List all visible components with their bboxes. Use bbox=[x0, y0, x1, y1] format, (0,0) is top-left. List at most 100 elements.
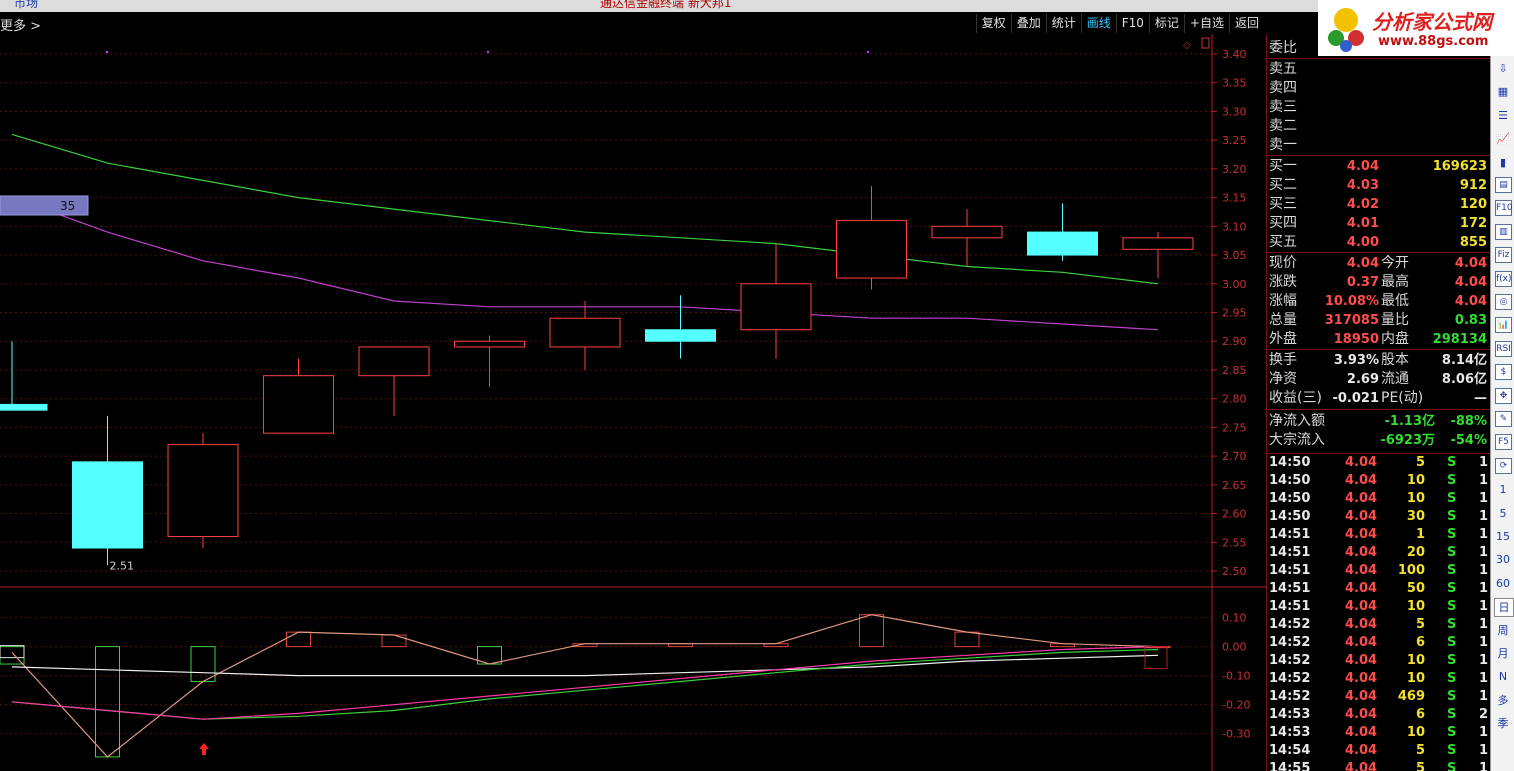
circle-icon[interactable]: ◎ bbox=[1495, 294, 1512, 310]
period-day-icon[interactable]: 日 bbox=[1494, 598, 1514, 618]
tick-side: S bbox=[1447, 617, 1457, 632]
toolbar-button[interactable]: 标记 bbox=[1148, 14, 1184, 33]
toolbar-button[interactable]: +自选 bbox=[1183, 14, 1229, 33]
candle-body bbox=[358, 346, 430, 377]
tick-time: 14:50 bbox=[1269, 473, 1311, 488]
price-tick-label: 2.90 bbox=[1222, 335, 1247, 348]
grid-icon[interactable]: ▦ bbox=[1494, 83, 1512, 100]
sell-level-row[interactable]: 卖三 bbox=[1267, 98, 1491, 117]
price-tick-label: 3.25 bbox=[1222, 134, 1247, 147]
toolbar-button[interactable]: 返回 bbox=[1228, 14, 1264, 33]
sell-level-row[interactable]: 卖五 bbox=[1267, 60, 1491, 79]
quote-row: 总量 317085 量比 0.83 bbox=[1267, 311, 1491, 330]
price-tick-label: 3.00 bbox=[1222, 278, 1247, 291]
trade-tick-row: 14:51 4.04 100 S 1 bbox=[1267, 562, 1491, 580]
table-icon[interactable]: ▥ bbox=[1495, 223, 1512, 240]
fx-icon[interactable]: f(x) bbox=[1495, 270, 1512, 287]
tick-time: 14:51 bbox=[1269, 599, 1311, 614]
sell-level-label: 卖五 bbox=[1269, 61, 1297, 77]
price-tick-label: 3.15 bbox=[1222, 192, 1247, 205]
buy-price: 4.04 bbox=[1346, 159, 1379, 174]
indicator-bar bbox=[95, 646, 120, 758]
chart-icon[interactable]: 📊 bbox=[1495, 317, 1512, 334]
fundamental-value: 8.06亿 bbox=[1441, 372, 1487, 387]
dollar-icon[interactable]: $ bbox=[1495, 364, 1512, 381]
refresh-icon[interactable]: ⟳ bbox=[1495, 457, 1512, 474]
arrow-down-icon[interactable]: ⇩ bbox=[1494, 60, 1512, 77]
market-tab[interactable]: 市场 bbox=[14, 0, 38, 11]
tick-volume: 5 bbox=[1415, 743, 1425, 758]
toolbar-button[interactable]: 画线 bbox=[1080, 14, 1116, 33]
period-60-icon[interactable]: 60 bbox=[1494, 575, 1512, 592]
buy-level-row[interactable]: 买五 4.00 855 bbox=[1267, 233, 1491, 252]
pane-toggle-icon bbox=[1201, 37, 1210, 49]
period-month-icon[interactable]: 月 bbox=[1494, 645, 1512, 662]
tick-count: 1 bbox=[1479, 617, 1489, 632]
tick-price: 4.04 bbox=[1345, 653, 1378, 668]
period-multi-icon[interactable]: 多 bbox=[1494, 692, 1512, 709]
doc-icon[interactable]: ▤ bbox=[1495, 177, 1512, 193]
price-tick-label: 3.20 bbox=[1222, 163, 1247, 176]
trade-tick-row: 14:50 4.04 5 S 1 bbox=[1267, 454, 1491, 472]
f5-icon[interactable]: F5 bbox=[1495, 434, 1512, 451]
indicator-bar bbox=[954, 631, 980, 648]
tick-volume: 10 bbox=[1406, 653, 1425, 668]
toolbar-button[interactable]: 统计 bbox=[1045, 14, 1081, 33]
tick-side: S bbox=[1447, 725, 1457, 740]
tick-side: S bbox=[1447, 743, 1457, 758]
price-tick-label: 2.95 bbox=[1222, 307, 1247, 320]
period-5-icon[interactable]: 5 bbox=[1494, 505, 1512, 522]
quote-row: 现价 4.04 今开 4.04 bbox=[1267, 254, 1491, 273]
tick-count: 1 bbox=[1479, 725, 1489, 740]
candle-icon[interactable]: ▮ bbox=[1494, 154, 1512, 171]
divider bbox=[1267, 409, 1491, 410]
trade-tick-row: 14:52 4.04 469 S 1 bbox=[1267, 688, 1491, 706]
tick-time: 14:51 bbox=[1269, 527, 1311, 542]
buy-level-row[interactable]: 买四 4.01 172 bbox=[1267, 214, 1491, 233]
fiz-icon[interactable]: Fiz bbox=[1495, 247, 1512, 264]
trade-tick-row: 14:52 4.04 10 S 1 bbox=[1267, 670, 1491, 688]
buy-level-row[interactable]: 买三 4.02 120 bbox=[1267, 195, 1491, 214]
sell-level-row[interactable]: 卖二 bbox=[1267, 117, 1491, 136]
list-icon[interactable]: ☰ bbox=[1494, 107, 1512, 124]
toolbar-button[interactable]: 复权 bbox=[975, 14, 1011, 33]
pen-icon[interactable]: ✎ bbox=[1495, 411, 1512, 427]
fundamental-label: 流通 bbox=[1381, 371, 1409, 387]
price-tick-label: 3.40 bbox=[1222, 48, 1247, 61]
candle-body bbox=[645, 329, 716, 342]
sell-level-row[interactable]: 卖一 bbox=[1267, 136, 1491, 155]
more-button[interactable]: 更多 > bbox=[0, 15, 41, 34]
period-30-icon[interactable]: 30 bbox=[1494, 551, 1512, 568]
toolbar-buttons: 复权 叠加 统计 画线 F10 标记 +自选 返回 bbox=[975, 14, 1264, 33]
sell-level-row[interactable]: 卖四 bbox=[1267, 79, 1491, 98]
toolbar-button[interactable]: F10 bbox=[1115, 14, 1149, 33]
tick-time: 14:50 bbox=[1269, 455, 1311, 470]
quote-panel: 委比 卖五 卖四 卖三 卖二 卖一 买一 4.04 169623 买二 4.03 912 买三 4.02 1… bbox=[1266, 34, 1491, 771]
sell-level-label: 卖三 bbox=[1269, 99, 1297, 115]
buy-level-row[interactable]: 买一 4.04 169623 bbox=[1267, 157, 1491, 176]
period-season-icon[interactable]: 季 bbox=[1494, 715, 1512, 732]
rsi-icon[interactable]: RSI bbox=[1495, 340, 1512, 357]
candle-body bbox=[263, 375, 334, 434]
f10-icon[interactable]: F10 bbox=[1495, 200, 1513, 217]
trade-tick-row: 14:51 4.04 10 S 1 bbox=[1267, 598, 1491, 616]
site-logo: 分析家公式网 www.88gs.com bbox=[1318, 0, 1514, 56]
toolbar-button[interactable]: 叠加 bbox=[1010, 14, 1046, 33]
tick-volume: 20 bbox=[1406, 545, 1425, 560]
tick-volume: 10 bbox=[1406, 671, 1425, 686]
period-week-icon[interactable]: 周 bbox=[1494, 622, 1512, 639]
price-tick-label: 3.05 bbox=[1222, 249, 1247, 262]
move-icon[interactable]: ✥ bbox=[1495, 387, 1512, 404]
tick-side: S bbox=[1447, 581, 1457, 596]
buy-level-row[interactable]: 买二 4.03 912 bbox=[1267, 176, 1491, 195]
line-chart-icon[interactable]: 📈 bbox=[1494, 130, 1512, 147]
kline-chart[interactable]: 3.40 3.35 3.30 3.25 3.20 3.15 3.10 3.05 3.00 2.95… bbox=[0, 34, 1266, 771]
period-15-icon[interactable]: 15 bbox=[1494, 528, 1512, 545]
top-marker bbox=[866, 50, 870, 54]
period-1-icon[interactable]: 1 bbox=[1494, 481, 1512, 498]
fundamental-label: 股本 bbox=[1381, 352, 1409, 368]
tick-side: S bbox=[1447, 455, 1457, 470]
fund-flow-percent: -54% bbox=[1450, 433, 1487, 448]
period-n-icon[interactable]: N bbox=[1494, 668, 1512, 685]
fundamental-value: 3.93% bbox=[1333, 353, 1379, 368]
